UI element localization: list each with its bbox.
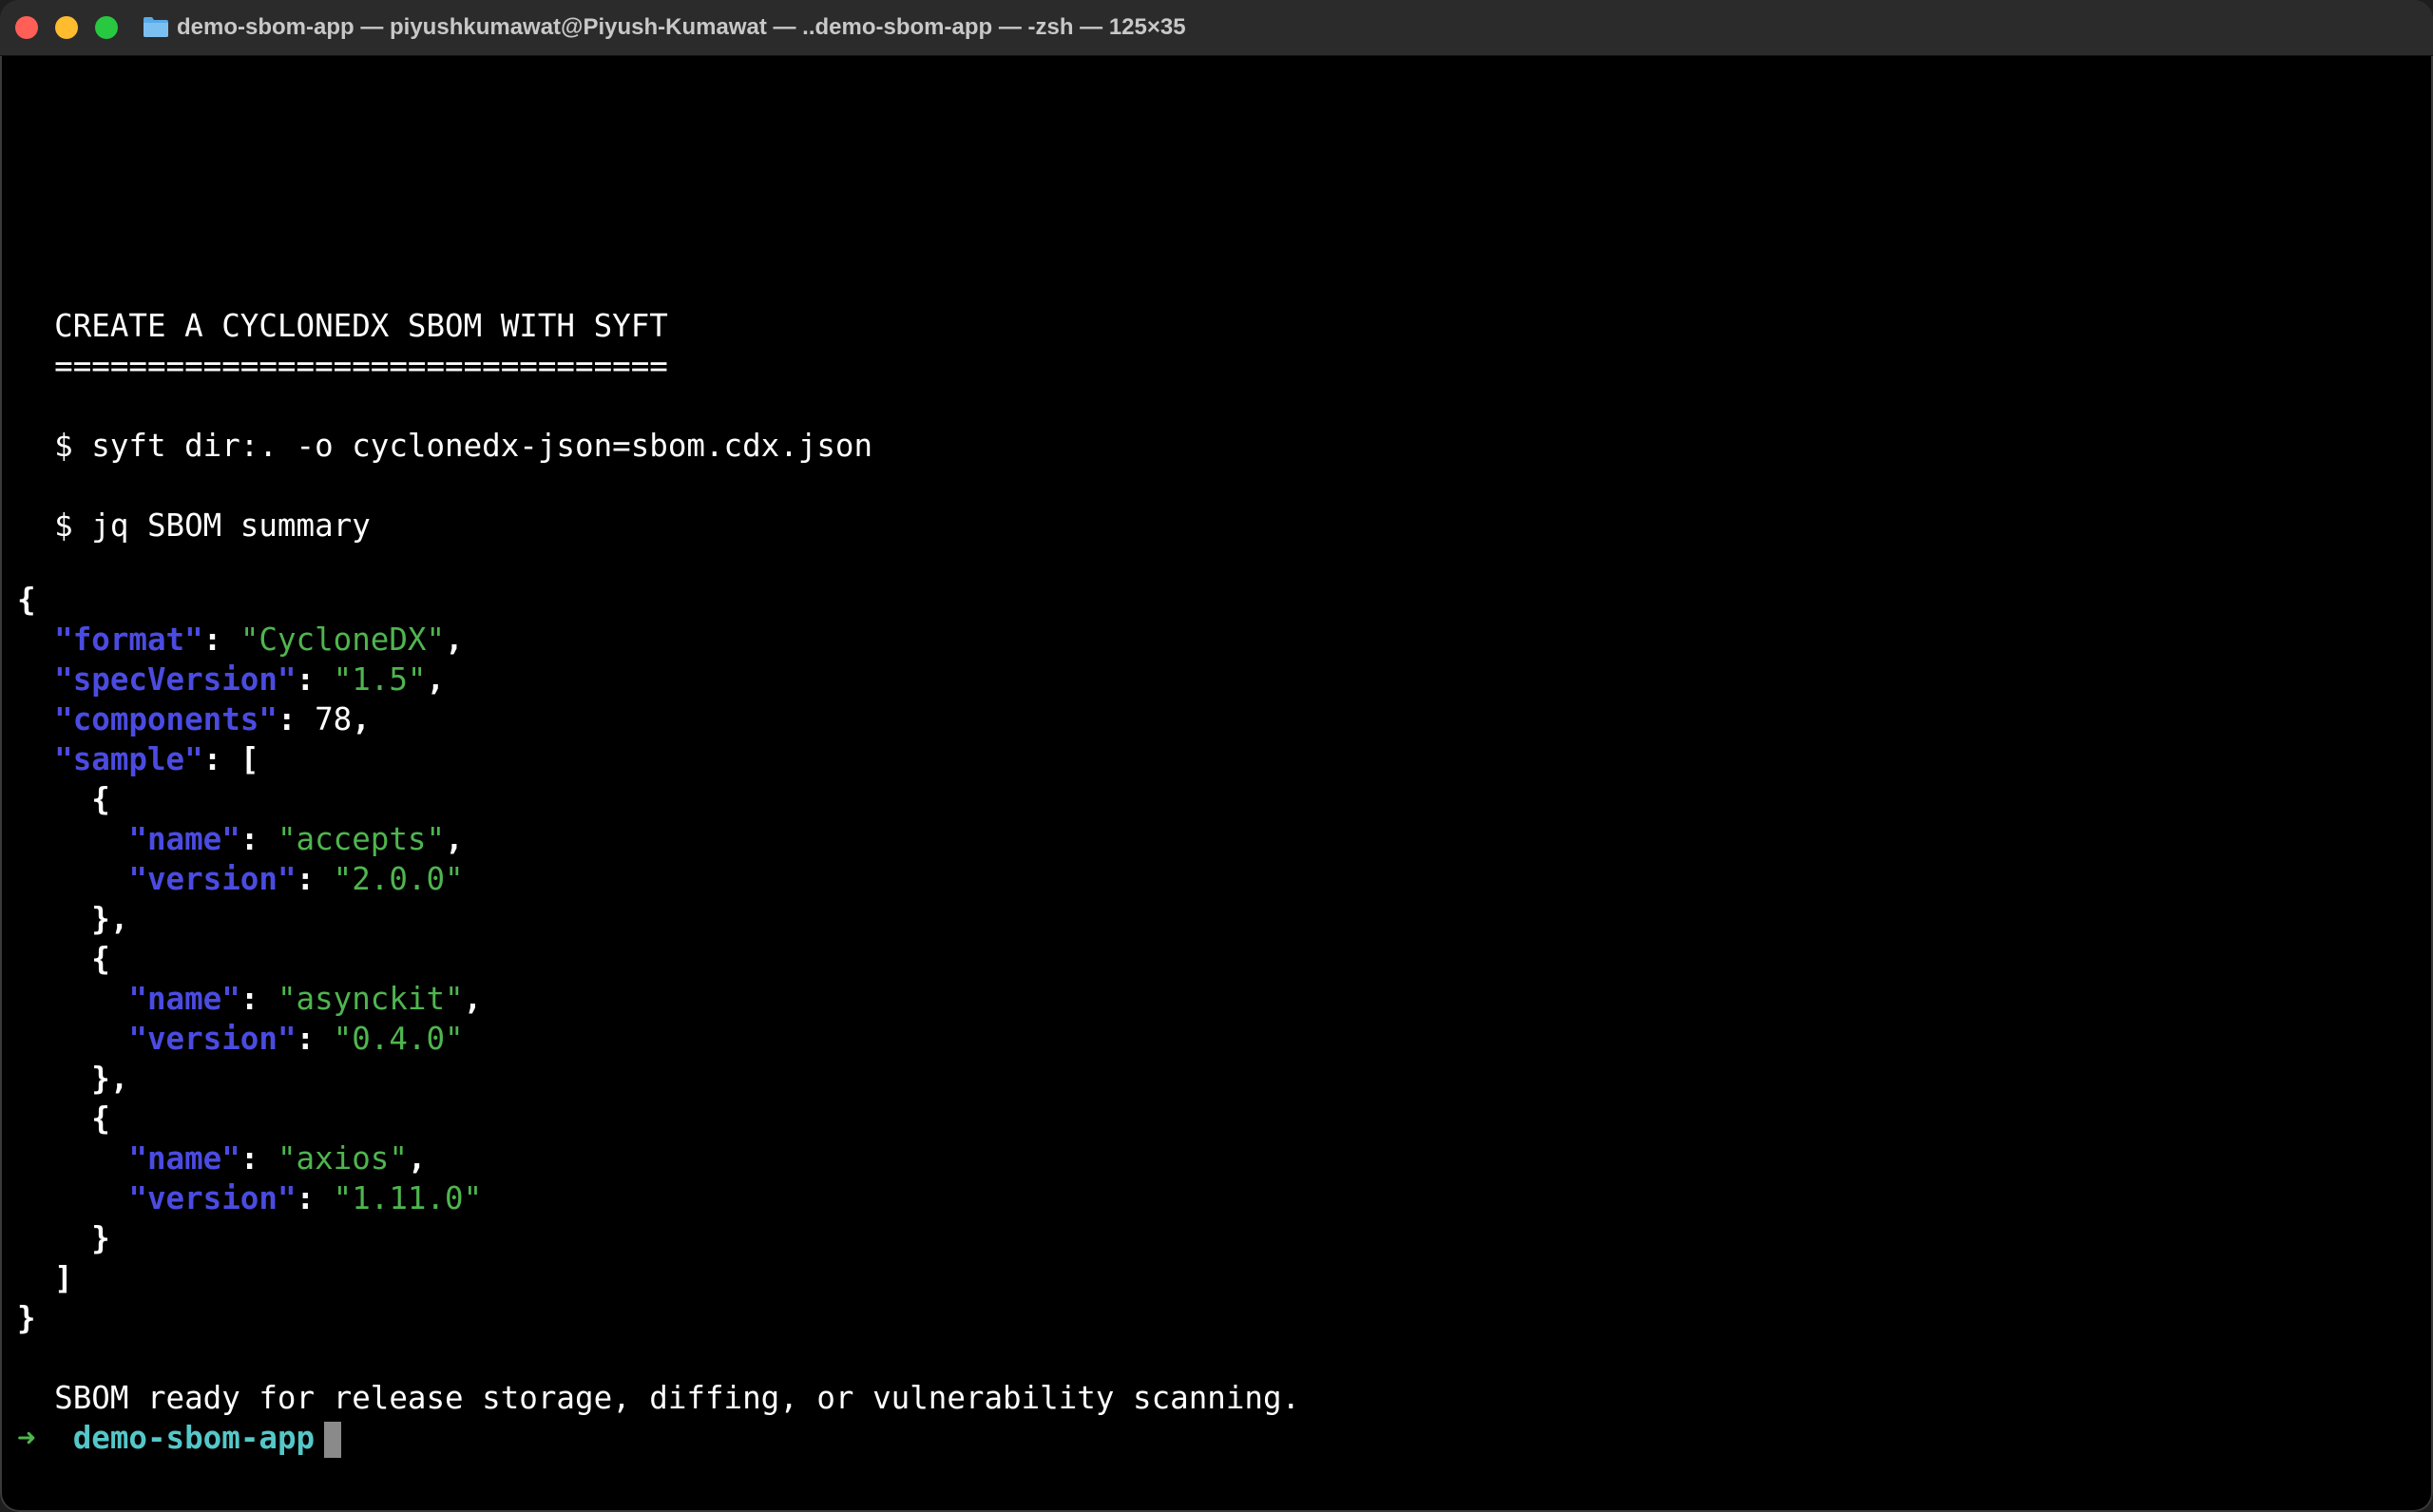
minimize-icon[interactable]: [55, 16, 78, 39]
json-item-version: "version": "1.11.0": [128, 1180, 483, 1216]
command-jq: $ jq SBOM summary: [17, 507, 371, 544]
json-item-name: "name": "asynckit",: [128, 981, 483, 1017]
json-open-brace: {: [17, 580, 36, 620]
json-string: "accepts": [277, 821, 446, 857]
maximize-icon[interactable]: [95, 16, 118, 39]
json-key: "sample": [54, 741, 203, 777]
json-item-version: "version": "0.4.0": [128, 1021, 464, 1057]
prompt-arrow-icon: ➜: [17, 1420, 36, 1456]
json-item-name: "name": "axios",: [128, 1140, 427, 1177]
heading-underline: =================================: [17, 348, 668, 384]
json-item-version: "version": "2.0.0": [128, 861, 464, 897]
json-string: "axios": [277, 1140, 408, 1177]
json-spec-line: "specVersion": "1.5",: [54, 661, 446, 698]
json-close-brace: }: [17, 1298, 36, 1338]
json-components-line: "components": 78,: [54, 701, 371, 737]
json-array-close: ]: [17, 1260, 73, 1296]
terminal-content[interactable]: CREATE A CYCLONEDX SBOM WITH SYFT ======…: [0, 55, 2433, 1512]
json-key: "version": [128, 1021, 297, 1057]
json-item-name: "name": "accepts",: [128, 821, 464, 857]
text-cursor: [324, 1422, 342, 1458]
json-item-open: {: [17, 781, 110, 817]
json-string: "asynckit": [277, 981, 464, 1017]
json-item-open: {: [17, 1101, 110, 1137]
heading-line: CREATE A CYCLONEDX SBOM WITH SYFT: [17, 308, 668, 344]
window-title: demo-sbom-app — piyushkumawat@Piyush-Kum…: [177, 14, 1186, 40]
shell-prompt[interactable]: ➜ demo-sbom-app: [17, 1418, 342, 1458]
json-string: "0.4.0": [333, 1021, 464, 1057]
json-key: "specVersion": [54, 661, 297, 698]
json-key: "name": [128, 821, 240, 857]
title-bar[interactable]: demo-sbom-app — piyushkumawat@Piyush-Kum…: [0, 0, 2433, 56]
json-string: "1.5": [333, 661, 427, 698]
command-syft: $ syft dir:. -o cyclonedx-json=sbom.cdx.…: [17, 428, 873, 464]
close-icon[interactable]: [15, 16, 38, 39]
json-number: 78: [315, 701, 353, 737]
json-key: "version": [128, 1180, 297, 1216]
terminal-window: demo-sbom-app — piyushkumawat@Piyush-Kum…: [0, 0, 2433, 1512]
json-format-line: "format": "CycloneDX",: [54, 622, 464, 658]
json-string: "CycloneDX": [239, 622, 446, 658]
json-key: "version": [128, 861, 297, 897]
brace: {: [17, 582, 36, 618]
prompt-directory: demo-sbom-app: [72, 1420, 316, 1456]
status-message: SBOM ready for release storage, diffing,…: [17, 1380, 1301, 1416]
json-key: "format": [54, 622, 203, 658]
json-string: "2.0.0": [333, 861, 464, 897]
folder-icon: [144, 17, 168, 37]
brace: }: [17, 1300, 36, 1336]
json-string: "1.11.0": [333, 1180, 483, 1216]
json-sample-line: "sample": [: [54, 741, 259, 777]
json-item-close: },: [17, 1061, 129, 1097]
json-key: "components": [54, 701, 278, 737]
json-item-open: {: [17, 941, 110, 977]
json-key: "name": [128, 1140, 240, 1177]
json-item-close: }: [17, 1220, 110, 1256]
json-item-close: },: [17, 901, 129, 937]
json-key: "name": [128, 981, 240, 1017]
